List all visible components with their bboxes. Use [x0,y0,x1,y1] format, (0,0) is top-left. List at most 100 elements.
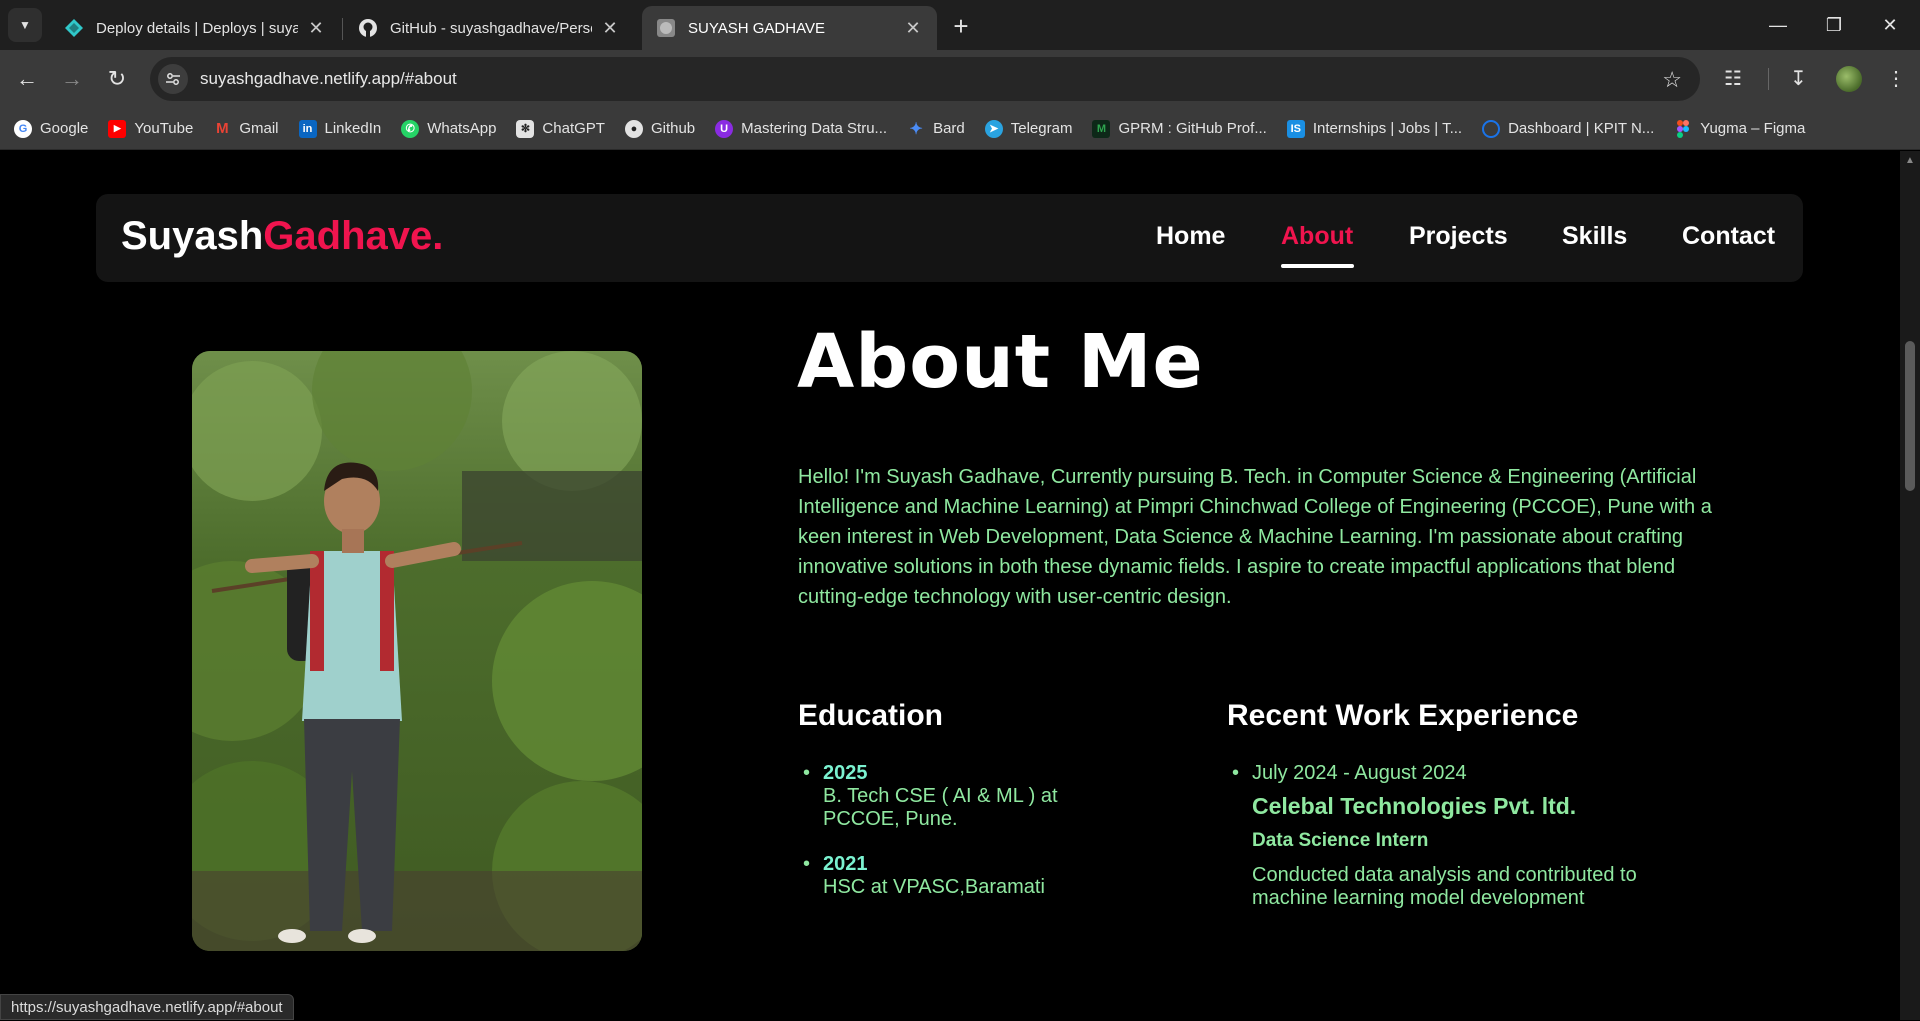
nav-active-underline [1281,264,1354,268]
bookmark-gprm[interactable]: M GPRM : GitHub Prof... [1092,119,1267,138]
experience-date: July 2024 - August 2024 [1252,762,1467,784]
bookmark-label: ChatGPT [542,120,605,137]
bookmark-bard[interactable]: ✦ Bard [907,120,965,138]
back-button[interactable]: ← [10,62,44,96]
bookmark-label: Internships | Jobs | T... [1312,120,1463,137]
forward-button[interactable]: → [55,62,89,96]
toolbar-divider [1768,68,1769,90]
education-desc: B. Tech CSE ( AI & ML ) at PCCOE, Pune. [823,785,1058,830]
education-year: 2025 [823,762,868,784]
tab-suyash-gadhave[interactable]: SUYASH GADHAVE ✕ [642,6,937,50]
bookmark-label: Dashboard | KPIT N... [1508,120,1655,137]
bookmark-telegram[interactable]: ➤ Telegram [984,119,1073,138]
education-list: 2025 B. Tech CSE ( AI & ML ) at PCCOE, P… [798,762,1138,899]
page-scrollbar[interactable]: ▲ [1900,151,1920,1020]
tab-github[interactable]: GitHub - suyashgadhave/Person ✕ [344,6,634,50]
more-menu-icon[interactable]: ⋮ [1886,66,1906,91]
education-desc: HSC at VPASC,Baramati [823,876,1045,898]
scrollbar-thumb[interactable] [1905,341,1915,491]
github-icon [358,18,378,38]
figma-icon [1674,119,1692,138]
status-bar-url: https://suyashgadhave.netlify.app/#about [0,994,294,1020]
bookmark-kpit[interactable]: Dashboard | KPIT N... [1482,119,1655,138]
reload-button[interactable]: ↻ [100,62,134,96]
download-icon[interactable]: ↧ [1790,66,1807,91]
bookmark-label: GPRM : GitHub Prof... [1118,120,1267,137]
bookmark-internshala[interactable]: IS Internships | Jobs | T... [1286,119,1463,138]
star-icon[interactable]: ☆ [1662,67,1682,93]
bookmark-youtube[interactable]: ▶ YouTube [108,119,194,138]
tab-title: GitHub - suyashgadhave/Person [390,19,592,37]
bookmark-figma[interactable]: Yugma – Figma [1674,119,1805,138]
education-item: 2025 B. Tech CSE ( AI & ML ) at PCCOE, P… [798,762,1138,831]
experience-title: Recent Work Experience [1227,699,1579,732]
minimize-button[interactable]: — [1750,0,1806,50]
chevron-down-icon: ▼ [19,18,31,32]
telegram-icon: ➤ [984,119,1003,138]
experience-list: July 2024 - August 2024 Celebal Technolo… [1227,762,1667,910]
nav-projects[interactable]: Projects [1409,222,1508,251]
experience-desc: Conducted data analysis and contributed … [1252,864,1637,909]
restore-button[interactable]: ❐ [1806,0,1862,50]
avatar[interactable] [1836,66,1862,92]
bookmark-label: Bard [933,120,965,137]
about-bio: Hello! I'm Suyash Gadhave, Currently pur… [798,466,1712,608]
site-info-icon[interactable] [158,64,188,94]
nav-about[interactable]: About [1281,222,1353,251]
gprm-icon: M [1092,119,1111,138]
education-item: 2021 HSC at VPASC,Baramati [798,853,1138,899]
education-year: 2021 [823,853,868,875]
scroll-up-icon[interactable]: ▲ [1905,155,1915,166]
bookmarks-bar: G Google ▶ YouTube M Gmail in LinkedIn ✆ What… [0,108,1920,150]
page-viewport: SuyashGadhave. Home About Projects Skill… [0,151,1900,1020]
globe-icon [656,18,676,38]
url-text: suyashgadhave.netlify.app/#about [200,69,457,88]
kpit-icon [1482,119,1501,138]
restore-icon: ❐ [1825,14,1843,35]
bookmark-label: Gmail [239,120,279,137]
browser-toolbar: ← → ↻ suyashgadhave.netlify.app/#about ☆… [0,50,1920,108]
arrow-right-icon: → [61,66,83,91]
bookmark-mastering-data[interactable]: U Mastering Data Stru... [715,119,887,138]
tab-strip: ▼ Deploy details | Deploys | suyas ✕ Git… [0,0,1920,50]
course-icon: U [715,119,734,138]
bookmark-whatsapp[interactable]: ✆ WhatsApp [401,119,496,138]
bookmark-github[interactable]: ● Github [624,119,696,138]
minimize-icon: — [1769,14,1787,35]
profile-photo-illustration [192,351,642,951]
extensions-icon[interactable]: ☷ [1724,66,1742,91]
bookmark-label: Github [650,120,696,137]
bookmark-gmail[interactable]: M Gmail [213,120,278,138]
nav-home[interactable]: Home [1156,222,1225,251]
tab-deploy-details[interactable]: Deploy details | Deploys | suyas ✕ [50,6,340,50]
bookmark-label: YouTube [134,120,194,137]
new-tab-button[interactable]: + [945,10,977,42]
bookmark-label: LinkedIn [324,120,382,137]
address-bar[interactable]: suyashgadhave.netlify.app/#about ☆ [150,57,1700,101]
close-icon: ✕ [1882,14,1898,35]
bookmark-label: Telegram [1010,120,1073,137]
profile-photo [192,351,642,951]
linkedin-icon: in [298,119,317,138]
tab-title: Deploy details | Deploys | suyas [96,19,298,37]
close-icon[interactable]: ✕ [306,18,326,39]
nav-contact[interactable]: Contact [1682,222,1775,251]
close-icon[interactable]: ✕ [600,18,620,39]
google-icon: G [14,119,32,138]
experience-item: July 2024 - August 2024 Celebal Technolo… [1227,762,1667,910]
site-logo[interactable]: SuyashGadhave. [121,214,443,259]
youtube-icon: ▶ [108,119,127,138]
internshala-icon: IS [1286,119,1305,138]
bookmark-label: Google [40,120,89,137]
tab-search-button[interactable]: ▼ [8,8,42,42]
bookmark-google[interactable]: G Google [14,119,89,138]
close-icon[interactable]: ✕ [903,18,923,39]
logo-first-name: Suyash [121,214,264,258]
experience-role: Data Science Intern [1252,830,1429,851]
tab-divider [342,18,343,40]
tab-title: SUYASH GADHAVE [688,19,825,37]
nav-skills[interactable]: Skills [1562,222,1627,251]
bookmark-chatgpt[interactable]: ✼ ChatGPT [516,119,605,138]
close-window-button[interactable]: ✕ [1862,0,1918,50]
bookmark-linkedin[interactable]: in LinkedIn [298,119,382,138]
